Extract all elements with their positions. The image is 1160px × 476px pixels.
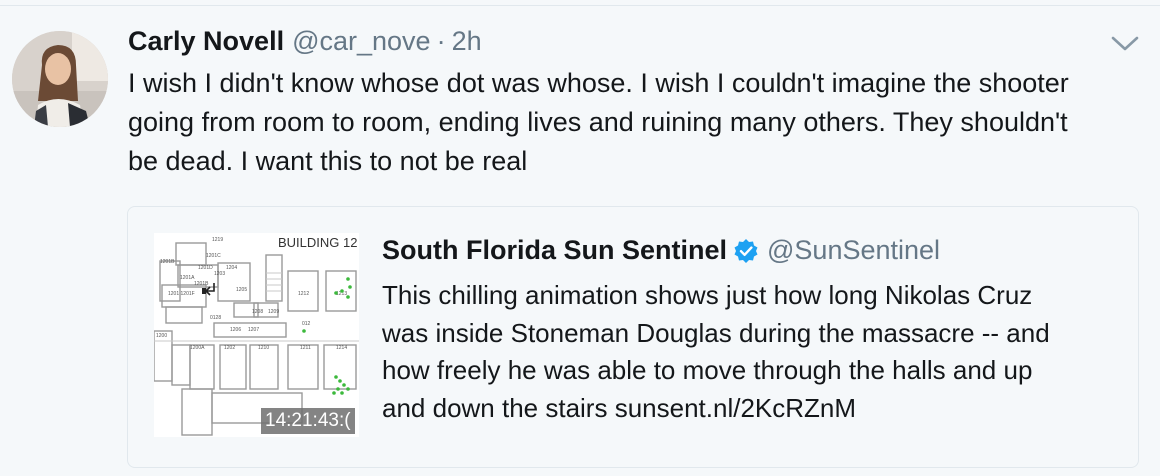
svg-text:1207: 1207 bbox=[248, 327, 259, 333]
svg-text:1210: 1210 bbox=[258, 345, 269, 351]
tweet[interactable]: Carly Novell @car_nove · 2h I wish I did… bbox=[0, 0, 1160, 476]
author-handle[interactable]: @car_nove bbox=[292, 26, 430, 57]
svg-text:1201D: 1201D bbox=[198, 265, 213, 271]
svg-text:1201B: 1201B bbox=[194, 281, 209, 287]
svg-text:012: 012 bbox=[302, 321, 311, 327]
floor-plan-image: BUILDING 12 1219 1201C 1201D 1201A 1201B… bbox=[154, 233, 359, 437]
svg-text:1200: 1200 bbox=[156, 333, 167, 339]
svg-text:1201 1201F: 1201 1201F bbox=[168, 291, 195, 297]
author-name[interactable]: Carly Novell bbox=[128, 26, 284, 57]
svg-text:1200A: 1200A bbox=[190, 345, 205, 351]
quoted-author-name[interactable]: South Florida Sun Sentinel bbox=[382, 235, 727, 266]
avatar[interactable] bbox=[12, 31, 108, 127]
svg-text:1201C: 1201C bbox=[206, 253, 221, 259]
chevron-down-icon[interactable] bbox=[1108, 30, 1142, 56]
svg-text:1201A: 1201A bbox=[180, 275, 195, 281]
building-label: BUILDING 12 bbox=[278, 235, 357, 250]
svg-text:1206: 1206 bbox=[230, 327, 241, 333]
quoted-thumbnail[interactable]: BUILDING 12 1219 1201C 1201D 1201A 1201B… bbox=[154, 233, 359, 437]
svg-text:1219: 1219 bbox=[212, 237, 223, 243]
video-timestamp: 14:21:43:( bbox=[261, 408, 355, 434]
tweet-time[interactable]: 2h bbox=[452, 26, 482, 57]
svg-text:1214: 1214 bbox=[336, 345, 347, 351]
svg-text:1205: 1205 bbox=[236, 287, 247, 293]
svg-text:0128: 0128 bbox=[210, 315, 221, 321]
quoted-author-handle[interactable]: @SunSentinel bbox=[767, 235, 940, 266]
svg-text:1208: 1208 bbox=[252, 309, 263, 315]
separator: · bbox=[436, 26, 446, 56]
tweet-text: I wish I didn't know whose dot was whose… bbox=[128, 68, 1069, 176]
svg-text:1204: 1204 bbox=[226, 265, 237, 271]
svg-text:1202: 1202 bbox=[224, 345, 235, 351]
svg-text:1201B: 1201B bbox=[160, 259, 175, 265]
verified-badge-icon bbox=[734, 238, 758, 263]
svg-text:1203: 1203 bbox=[214, 271, 225, 277]
tweet-header: Carly Novell @car_nove · 2h bbox=[128, 26, 482, 62]
quoted-text: This chilling animation shows just how l… bbox=[382, 280, 1050, 423]
svg-text:1212: 1212 bbox=[298, 291, 309, 297]
svg-text:1209: 1209 bbox=[268, 309, 279, 315]
svg-text:1211: 1211 bbox=[300, 345, 311, 351]
quoted-header: South Florida Sun Sentinel @SunSentinel bbox=[382, 235, 940, 266]
avatar-photo bbox=[12, 31, 108, 127]
quoted-tweet[interactable]: BUILDING 12 1219 1201C 1201D 1201A 1201B… bbox=[127, 206, 1139, 468]
